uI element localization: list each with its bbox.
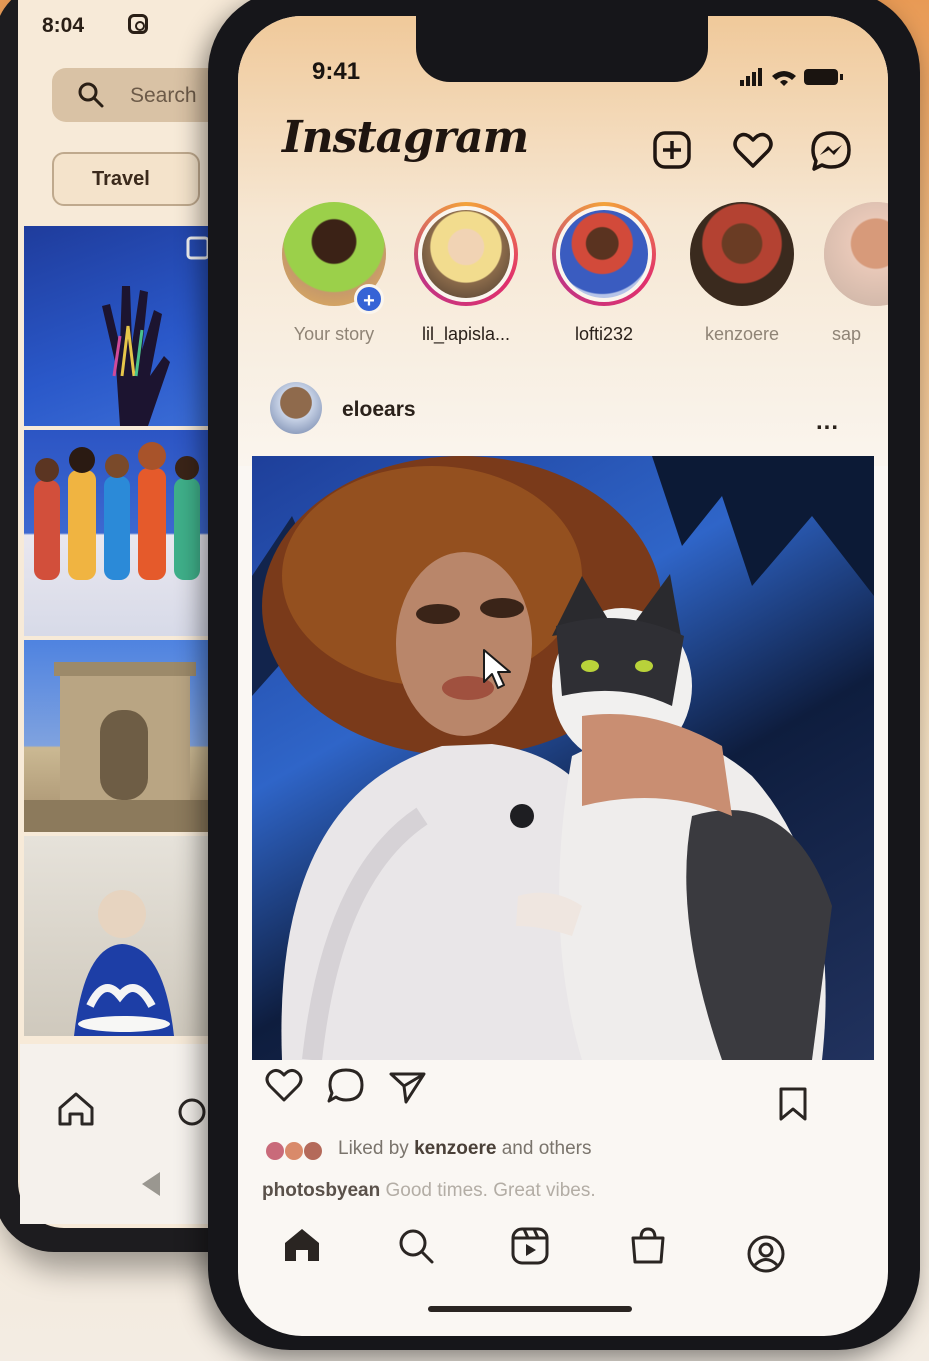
caption-username[interactable]: photosbyean xyxy=(262,1180,380,1201)
story-label: kenzoere xyxy=(704,324,780,344)
instagram-notification-icon xyxy=(128,14,148,34)
story-lil-lapisla[interactable]: lil_lapisla... xyxy=(410,202,522,345)
home-icon[interactable] xyxy=(56,1090,96,1126)
story-ring xyxy=(690,202,794,306)
instagram-logo: Instagram xyxy=(282,112,529,163)
post-username[interactable]: eloears xyxy=(342,398,416,422)
likes-summary: Liked by kenzoere and others xyxy=(338,1138,592,1160)
home-indicator[interactable] xyxy=(428,1306,632,1312)
status-bar-icons xyxy=(740,68,843,86)
story-label: lofti232 xyxy=(574,324,634,344)
post-more-button[interactable]: ... xyxy=(816,408,839,436)
story-your-story[interactable]: Your story xyxy=(278,202,390,345)
story-ring xyxy=(824,202,888,306)
save-icon[interactable] xyxy=(776,1086,810,1122)
liked-by-user[interactable]: kenzoere xyxy=(414,1138,496,1159)
new-post-icon[interactable] xyxy=(652,130,692,170)
back-status-time: 8:04 xyxy=(42,14,85,37)
status-time: 9:41 xyxy=(312,58,361,85)
like-icon[interactable] xyxy=(264,1066,304,1104)
instagram-feed-screen: 9:41 Instagram Your story + lil_lapisla.… xyxy=(238,16,888,1336)
story-sap[interactable]: sap xyxy=(824,202,888,345)
comment-icon[interactable] xyxy=(326,1066,366,1106)
search-icon[interactable] xyxy=(174,1094,210,1130)
travel-chip-label: Travel xyxy=(92,168,150,190)
back-search-placeholder: Search xyxy=(130,84,197,107)
explore-tile-woman[interactable] xyxy=(24,836,220,1036)
liked-suffix: and others xyxy=(501,1138,592,1159)
post-author-avatar[interactable] xyxy=(270,382,322,434)
back-nav-button[interactable] xyxy=(142,1172,160,1196)
explore-tile-group[interactable] xyxy=(24,430,220,636)
post-photo[interactable] xyxy=(252,456,874,1060)
shop-icon[interactable] xyxy=(628,1226,668,1266)
back-bottom-nav xyxy=(20,1044,214,1224)
story-label: sap xyxy=(832,324,862,344)
liked-prefix: Liked by xyxy=(338,1138,409,1159)
heart-icon[interactable] xyxy=(732,130,774,170)
home-icon[interactable] xyxy=(282,1226,322,1264)
explore-tile-hand[interactable] xyxy=(24,226,220,426)
mouse-cursor-icon xyxy=(483,649,511,689)
share-icon[interactable] xyxy=(388,1066,428,1106)
story-ring xyxy=(552,202,656,306)
story-kenzoere[interactable]: kenzoere xyxy=(686,202,798,345)
search-icon xyxy=(78,82,104,108)
messenger-icon[interactable] xyxy=(810,130,852,172)
caption-text: Good times. Great vibes. xyxy=(385,1180,596,1201)
story-label: lil_lapisla... xyxy=(421,324,511,344)
story-ring xyxy=(414,202,518,306)
explore-tile-arch[interactable] xyxy=(24,640,220,832)
phone-notch xyxy=(416,16,708,82)
reels-icon[interactable] xyxy=(510,1226,550,1266)
story-lofti232[interactable]: lofti232 xyxy=(548,202,660,345)
liked-by-avatars xyxy=(266,1142,322,1160)
post-caption: photosbyean Good times. Great vibes. xyxy=(262,1180,596,1202)
search-icon[interactable] xyxy=(396,1226,436,1266)
profile-icon[interactable] xyxy=(746,1234,786,1274)
story-label: Your story xyxy=(293,324,375,344)
add-story-badge[interactable]: + xyxy=(354,284,384,314)
